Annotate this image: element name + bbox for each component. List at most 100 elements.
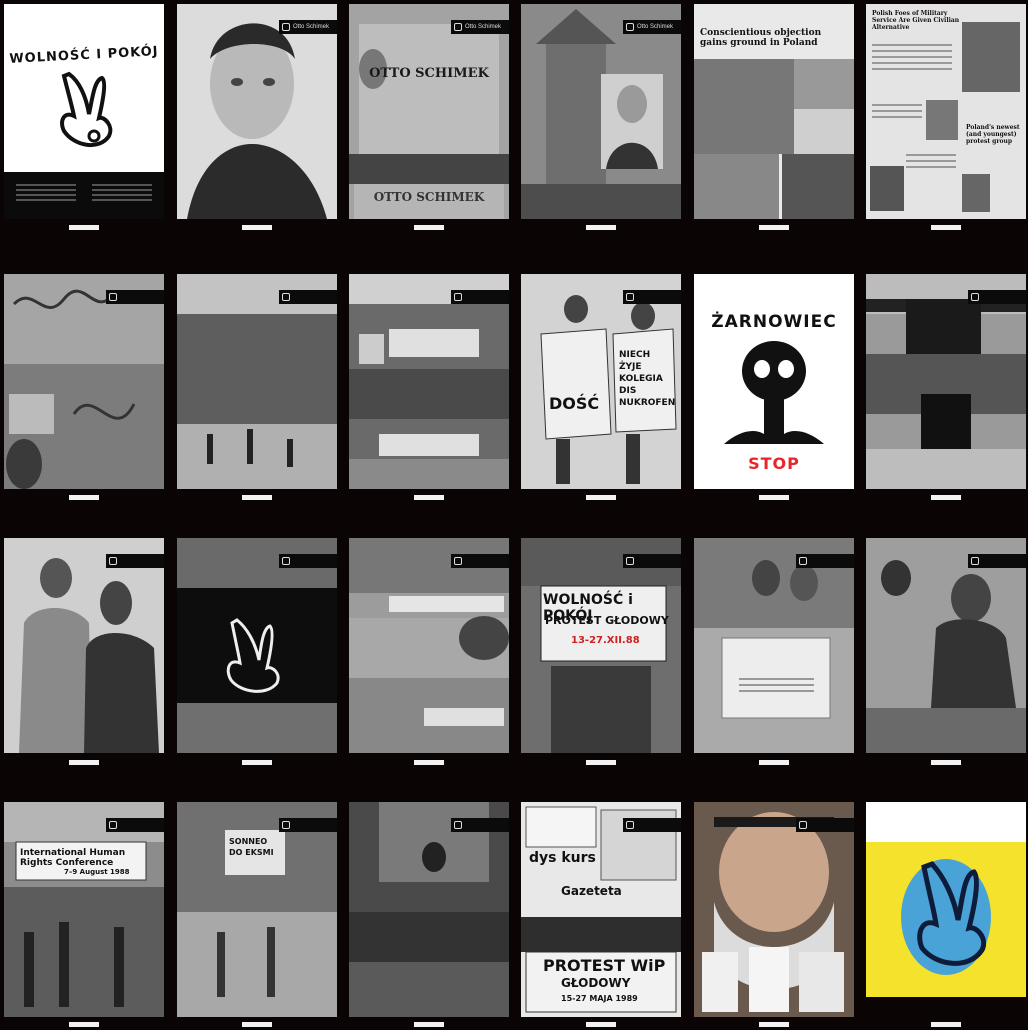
tag-logo-icon xyxy=(799,821,807,829)
clipping-photos xyxy=(870,22,1020,212)
panel-human-rights-conference: International Human Rights Conference 7–… xyxy=(4,802,164,1017)
tag-logo-icon xyxy=(799,557,807,565)
name-tag xyxy=(279,818,337,832)
tag-logo-icon xyxy=(626,23,634,31)
panel-publications-collage: dys kurs Gazeteta PROTEST WiP GŁODOWY 15… xyxy=(521,802,681,1017)
panel-bearded-man xyxy=(694,802,854,1017)
tag-logo-icon xyxy=(109,821,117,829)
name-tag: Otto Schimek xyxy=(623,20,681,34)
name-tag xyxy=(968,290,1026,304)
name-tag: Otto Schimek xyxy=(279,20,337,34)
panel-building-banners xyxy=(349,538,509,753)
tag-logo-icon xyxy=(971,557,979,565)
panel-yellow-peace-poster xyxy=(866,802,1026,1017)
caption-strip xyxy=(414,495,444,500)
panel-banners-street xyxy=(349,274,509,489)
caption-strip xyxy=(931,1022,961,1027)
caption-strip xyxy=(759,495,789,500)
caption-strip xyxy=(586,495,616,500)
meeting-photo xyxy=(349,802,509,1017)
clipping-headline: Conscientious objection gains ground in … xyxy=(700,28,822,48)
poster-subtitle: STOP xyxy=(748,454,800,473)
tag-logo-icon xyxy=(454,293,462,301)
scuffle-photo xyxy=(866,538,1026,753)
poster-title: WOLNOŚĆ I POKÓJ xyxy=(9,44,159,67)
panel-eviction-protest: SONNEO DO EKSMI xyxy=(177,802,337,1017)
tag-logo-icon xyxy=(282,557,290,565)
name-tag xyxy=(106,818,164,832)
panel-two-activists xyxy=(4,538,164,753)
tag-logo-icon xyxy=(626,557,634,565)
caption-strip xyxy=(414,760,444,765)
caption-strip xyxy=(931,225,961,230)
panel-newspaper-clipping: Conscientious objection gains ground in … xyxy=(694,4,854,219)
banner-dates: 15-27 MAJA 1989 xyxy=(561,994,638,1003)
sign-right: NIECH ŻYJE KOLEGIA DIS NUKROFEN xyxy=(619,350,676,408)
dark-poster-photo xyxy=(177,538,337,753)
panel-dark-peace-hand xyxy=(177,538,337,753)
name-tag xyxy=(623,818,681,832)
panel-sandwich-boards: DOŚĆ NIECH ŻYJE KOLEGIA DIS NUKROFEN xyxy=(521,274,681,489)
caption-strip xyxy=(759,225,789,230)
plaque-name-bottom: OTTO SCHIMEK xyxy=(373,190,485,204)
tag-logo-icon xyxy=(109,557,117,565)
panel-grave-plaque: OTTO SCHIMEK OTTO SCHIMEK Otto Schimek xyxy=(349,4,509,219)
panel-zarnowiec-poster: ŻARNOWIEC STOP xyxy=(694,274,854,489)
clipping-photos xyxy=(694,59,854,219)
tag-logo-icon xyxy=(454,557,462,565)
grave-photo xyxy=(349,4,509,219)
caption-strip xyxy=(759,1022,789,1027)
skull-icon xyxy=(724,341,824,444)
panel-wolnosc-i-pokoj-poster: WOLNOŚĆ I POKÓJ xyxy=(4,4,164,219)
name-tag xyxy=(106,554,164,568)
panel-roadside-shrine: Otto Schimek xyxy=(521,4,681,219)
tag-logo-icon xyxy=(282,23,290,31)
portrait-photo xyxy=(177,4,337,219)
eviction-sign: SONNEO DO EKSMI xyxy=(229,837,274,857)
tag-logo-icon xyxy=(454,821,462,829)
sign-left: DOŚĆ xyxy=(549,394,600,413)
conference-dates: 7–9 August 1988 xyxy=(64,868,130,876)
plaque-name: OTTO SCHIMEK xyxy=(369,66,489,81)
tag-logo-icon xyxy=(109,293,117,301)
name-tag: Otto Schimek xyxy=(451,20,509,34)
march-photo xyxy=(177,274,337,489)
panel-police-scuffle xyxy=(866,538,1026,753)
panel-otto-schimek-portrait: Otto Schimek xyxy=(177,4,337,219)
caption-strip xyxy=(69,225,99,230)
leaflet-title: Gazeteta xyxy=(561,884,622,898)
text-block xyxy=(16,184,76,204)
caption-strip xyxy=(414,225,444,230)
banners-photo xyxy=(349,274,509,489)
caption-strip xyxy=(931,495,961,500)
panel-chimney-protest xyxy=(866,274,1026,489)
caption-strip xyxy=(586,760,616,765)
tag-logo-icon xyxy=(626,293,634,301)
panel-march-crowd xyxy=(177,274,337,489)
peace-hand-icon xyxy=(901,859,991,975)
name-tag xyxy=(279,290,337,304)
banner-subtitle: PROTEST GŁODOWY xyxy=(545,614,669,627)
conference-banner: International Human Rights Conference xyxy=(20,848,126,868)
name-tag xyxy=(623,290,681,304)
conference-photo xyxy=(4,802,164,1017)
panel-graffiti-wall xyxy=(4,274,164,489)
panel-meeting-room xyxy=(349,802,509,1017)
poster-grid: WOLNOŚĆ I POKÓJ Otto Schimek OTTO SCHIME… xyxy=(0,0,1028,1030)
eviction-photo xyxy=(177,802,337,1017)
tag-logo-icon xyxy=(282,821,290,829)
name-tag xyxy=(796,554,854,568)
panel-hunger-strike: WOLNOŚĆ i POKÓJ PROTEST GŁODOWY 13-27.XI… xyxy=(521,538,681,753)
caption-strip xyxy=(69,760,99,765)
banner-subtitle: GŁODOWY xyxy=(561,976,631,990)
plaque-photo xyxy=(694,538,854,753)
leaflet-title: dys kurs xyxy=(529,850,596,866)
caption-strip xyxy=(759,760,789,765)
name-tag xyxy=(623,554,681,568)
panel-press-clippings: Polish Foes of Military Service Are Give… xyxy=(866,4,1026,219)
poster-title: ŻARNOWIEC xyxy=(711,312,837,332)
banner-dates: 13-27.XII.88 xyxy=(571,635,640,646)
caption-strip xyxy=(242,760,272,765)
caption-strip xyxy=(69,1022,99,1027)
tag-logo-icon xyxy=(454,23,462,31)
